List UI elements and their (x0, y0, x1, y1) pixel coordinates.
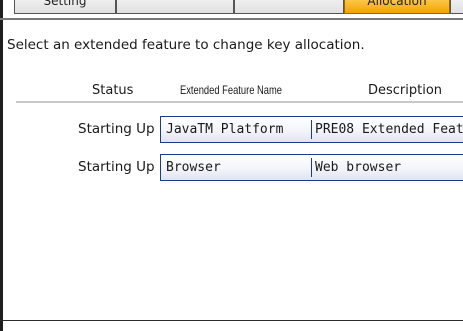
feature-name: Browser (166, 160, 221, 175)
tab-blank-1[interactable] (116, 0, 234, 14)
tab-blank-3[interactable] (450, 0, 463, 14)
tab-blank-2[interactable] (234, 0, 344, 14)
feature-row-java[interactable]: JavaTM Platform PRE08 Extended Feat (160, 116, 463, 143)
header-feature-name: Extended Feature Name (180, 83, 282, 97)
feature-description: PRE08 Extended Feat (315, 122, 463, 137)
tab-setting[interactable]: Setting (14, 0, 116, 14)
header-description: Description (368, 83, 443, 98)
feature-row-browser[interactable]: Browser Web browser (160, 154, 463, 181)
feature-description: Web browser (315, 160, 402, 175)
instruction-text: Select an extended feature to change key… (7, 37, 365, 53)
column-separator (311, 120, 312, 139)
feature-name: JavaTM Platform (166, 122, 284, 137)
tab-divider (0, 18, 463, 20)
tab-allocation[interactable]: Allocation (344, 0, 450, 14)
header-status: Status (92, 83, 134, 98)
column-separator (311, 158, 312, 177)
tab-setting-label: Setting (43, 0, 87, 8)
bottom-border (0, 320, 463, 321)
row-status-label: Starting Up (78, 121, 155, 137)
header-divider (16, 101, 463, 103)
tab-allocation-label: Allocation (367, 0, 427, 8)
tab-strip: Setting Allocation (0, 0, 463, 18)
row-status-label: Starting Up (78, 159, 155, 175)
